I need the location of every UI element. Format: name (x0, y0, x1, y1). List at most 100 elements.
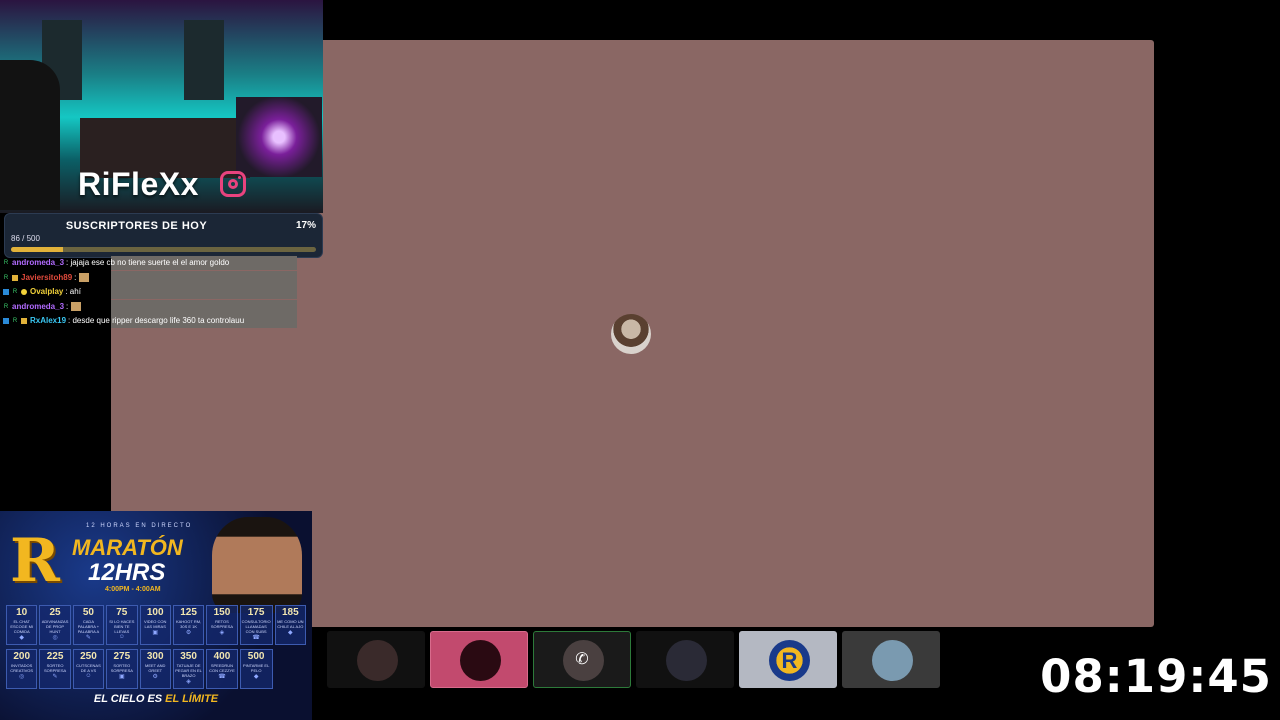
chat-message: Randromeda_3: (0, 299, 297, 314)
goal-description: CONSULTORIO LLAMADAS CON SUBS (241, 619, 271, 634)
goal-description: VIDEO CON LAS MIRAS (143, 619, 167, 629)
goal-number: 75 (116, 607, 128, 618)
goal-description: SI LO HACES BIEN TE LLEVAS (109, 619, 135, 634)
participant-tile-p3[interactable]: ✆ (533, 631, 631, 688)
goal-card: 250 CUTSCENAS DE A VS ☺ (72, 649, 105, 689)
light-panel (184, 20, 224, 100)
goal-number: 175 (247, 607, 265, 618)
goal-number: 10 (16, 607, 28, 618)
goal-icon: ☺ (85, 673, 92, 679)
goal-card: 25 ADIVINANZAS DE PROP HUNT ◎ (39, 605, 71, 645)
banner-title: MARATÓN (72, 535, 183, 560)
chat-badge-icon (21, 289, 27, 295)
stream-clock: 08:19:45 (1040, 650, 1272, 703)
goal-number: 500 (247, 651, 265, 662)
goal-card: 100 VIDEO CON LAS MIRAS ▣ (139, 605, 171, 645)
chat-badge-icon (12, 274, 18, 281)
chat-text: : (66, 301, 69, 311)
goal-description: CUTSCENAS DE A VS (76, 663, 101, 673)
goal-icon: ◆ (19, 635, 24, 641)
chat-text: : ahí (65, 287, 81, 296)
sub-goal-percent: 17% (295, 220, 316, 231)
chat-badge-icon: R (3, 303, 9, 310)
goal-icon: ⚙ (152, 674, 158, 680)
goal-number: 50 (82, 607, 94, 618)
instagram-icon (220, 171, 246, 197)
goal-card: 125 KAHOOT RM, 30S E 1K ⚙ (172, 605, 205, 645)
goal-icon: ◆ (287, 630, 293, 636)
goal-number: 185 (281, 607, 299, 618)
footer-highlight: EL LÍMITE (165, 693, 219, 705)
goal-card: 400 SPEEDRUN CON CEZZYE ☎ (206, 649, 238, 689)
chat-message: R Javiersitoh89: (0, 270, 297, 285)
chat-username[interactable]: andromeda_3 (12, 256, 64, 270)
goal-card: 10 EL CHAT ESCOGE MI COMIDA ◆ (6, 605, 38, 645)
chat-badge-icon (3, 289, 9, 295)
goal-card: 150 RETOS SORPRESA ◈ (206, 605, 238, 645)
speaker-avatar[interactable] (611, 314, 651, 354)
goal-description: KAHOOT RM, 30S E 1K (175, 619, 202, 629)
chat-username[interactable]: Javiersitoh89 (21, 271, 72, 285)
goal-number: 150 (213, 607, 231, 618)
goal-description: RETOS SORPRESA (210, 619, 234, 629)
participant-tile-p2[interactable] (430, 631, 528, 688)
goal-number: 275 (113, 651, 131, 662)
banner-subtitle: 12HRS (88, 559, 166, 586)
goal-card: 200 INVITADOS CREATIVOS ◎ (6, 649, 38, 689)
chat-text: : desde que ripper descargo life 360 ta … (68, 316, 245, 325)
goal-icon: ☺ (118, 634, 125, 640)
participant-tile-p6[interactable] (842, 631, 940, 688)
goal-card: 225 SORTEO SORPRESA ✎ (39, 649, 71, 689)
goal-icon: ◈ (219, 630, 225, 636)
goal-number: 225 (46, 651, 64, 662)
goal-description: SORTEO SORPRESA (110, 663, 133, 673)
goal-number: 250 (80, 651, 97, 662)
chat-badge-icon: R (3, 260, 9, 266)
banner-top-text: 12 HORAS EN DIRECTO (86, 523, 193, 529)
goal-icon: ▣ (152, 630, 159, 636)
goal-icon: ✎ (85, 635, 91, 641)
goal-description: CADA PALABRA + PALABRA A (77, 619, 100, 634)
goal-number: 300 (146, 651, 164, 662)
chat-text: : (74, 272, 77, 282)
goal-card: 75 SI LO HACES BIEN TE LLEVAS ☺ (106, 605, 138, 645)
chat-text: : jajaja ese cb no tiene suerte el el am… (66, 258, 230, 267)
webcam-feed: RiFleXx (0, 0, 323, 213)
participant-tile-p1[interactable] (327, 631, 425, 688)
chat-message: Randromeda_3: jajaja ese cb no tiene sue… (0, 256, 297, 270)
dark-avatar (357, 640, 398, 681)
goal-description: ADIVINANZAS DE PROP HUNT (41, 619, 69, 634)
goal-number: 25 (49, 607, 61, 618)
goal-card: 500 PINTARME EL PELO ◆ (239, 649, 273, 689)
sub-goal-title: SUSCRIPTORES DE HOY (65, 220, 208, 232)
participant-tile-p5[interactable]: R (739, 631, 837, 688)
r-logo: R (769, 640, 810, 681)
footer-text: EL CIELO ES (93, 693, 166, 705)
emote-icon (79, 273, 90, 282)
chat-username[interactable]: Ovalplay (30, 285, 63, 299)
chat-row-background (111, 299, 297, 314)
goal-number: 200 (13, 651, 31, 662)
goal-icon: ◈ (186, 679, 191, 685)
chat-badge-icon (21, 318, 27, 324)
sub-goal-progress-track (11, 247, 316, 252)
goal-description: PINTARME EL PELO (242, 663, 270, 673)
goal-description: EL CHAT ESCOGE MI COMIDA (10, 619, 34, 634)
goal-icon: ▣ (118, 674, 125, 680)
goal-card: 185 ME COMO UN CHILE AL AJO ◆ (274, 605, 306, 645)
chat-badge-icon (3, 318, 9, 324)
chat-username[interactable]: andromeda_3 (12, 300, 64, 314)
goal-description: SORTEO SORPRESA (43, 663, 67, 673)
chat-username[interactable]: RxAlex19 (30, 314, 66, 328)
r-logo: R (10, 526, 60, 596)
chat-row-background (111, 270, 297, 285)
chat-badge-icon: R (3, 274, 9, 281)
goal-number: 125 (180, 607, 197, 618)
goal-card: 50 CADA PALABRA + PALABRA A ✎ (72, 605, 105, 645)
goal-number: 100 (146, 607, 164, 618)
participant-tile-p4[interactable] (636, 631, 734, 688)
sub-goal-widget: SUSCRIPTORES DE HOY 17% 86 / 500 (4, 213, 323, 258)
goal-card: 300 MEET AND GREET ⚙ (139, 649, 171, 689)
goal-number: 400 (213, 651, 231, 662)
streamer-name: RiFleXx (78, 166, 199, 202)
